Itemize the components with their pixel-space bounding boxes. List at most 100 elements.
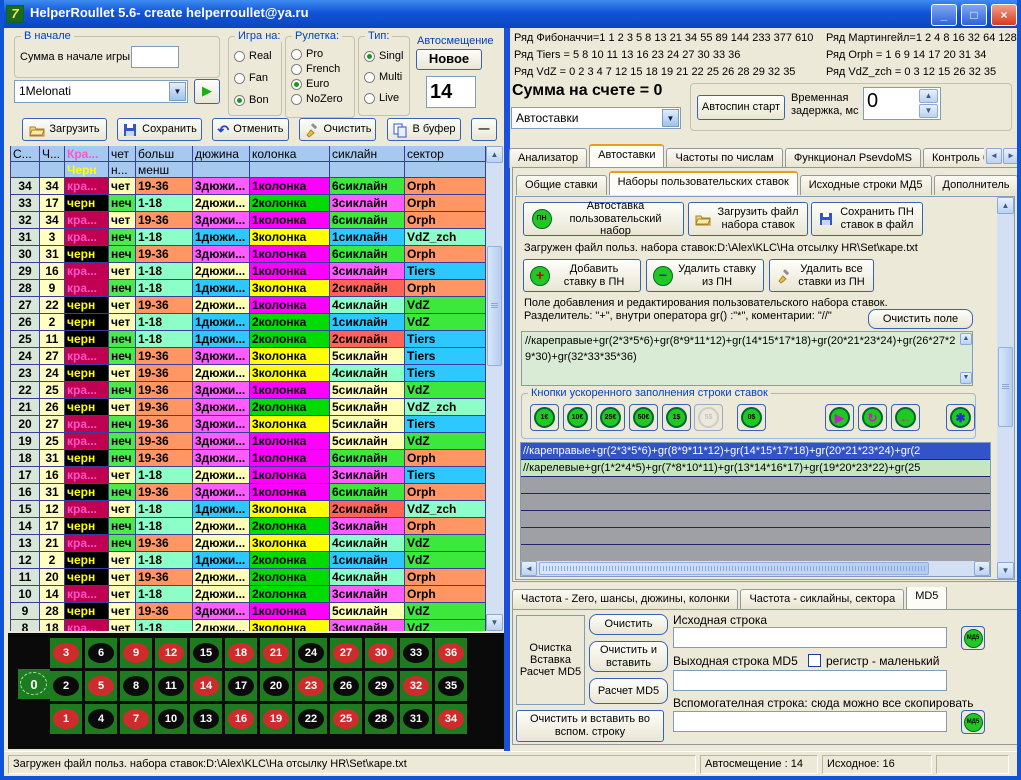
board-cell-19[interactable]: 19 (260, 704, 292, 734)
chevron-down-icon[interactable]: ▼ (169, 82, 186, 101)
preset-combo[interactable]: 1Melonati ▼ (14, 80, 188, 103)
board-cell-36[interactable]: 36 (435, 638, 467, 668)
subtab-исходные-строки-мд5[interactable]: Исходные строки МД5 (800, 175, 932, 195)
delete-all-bets-button[interactable]: Удалить все ставки из ПН (769, 259, 874, 292)
board-cell-24[interactable]: 24 (295, 638, 327, 668)
table-row[interactable]: 3317черннеч1-182дюжи...2колонка3сиклайнO… (11, 195, 486, 212)
board-cell-35[interactable]: 35 (435, 671, 467, 701)
board-cell-3[interactable]: 3 (50, 638, 82, 668)
table-row[interactable]: 3434кра...чет19-363дюжи...1колонка6сикла… (11, 178, 486, 195)
board-cell-14[interactable]: 14 (190, 671, 222, 701)
scroll-up-icon[interactable]: ▲ (997, 197, 1014, 214)
board-cell-32[interactable]: 32 (400, 671, 432, 701)
board-cell-22[interactable]: 22 (295, 704, 327, 734)
table-row[interactable]: 1631черннеч19-363дюжи...1колонка6сиклайн… (11, 484, 486, 501)
table-row[interactable]: 3031черннеч19-363дюжи...1колонка6сиклайн… (11, 246, 486, 263)
subtab-наборы-пользовательских-ставок[interactable]: Наборы пользовательских ставок (609, 171, 798, 195)
autostake-user-set-button[interactable]: ПН Автоставка пользовательский набор (523, 202, 684, 236)
chevron-down-icon[interactable]: ▼ (662, 109, 679, 127)
table-row[interactable]: 1512кра...чет1-181дюжи...3колонка2сиклай… (11, 501, 486, 518)
board-cell-30[interactable]: 30 (365, 638, 397, 668)
subtab-общие-ставки[interactable]: Общие ставки (516, 175, 607, 195)
board-cell-31[interactable]: 31 (400, 704, 432, 734)
radio-option-french[interactable]: French (291, 63, 343, 75)
board-cell-5[interactable]: 5 (85, 671, 117, 701)
board-cell-1[interactable]: 1 (50, 704, 82, 734)
board-cell-zero[interactable]: 0 (18, 669, 50, 699)
board-cell-21[interactable]: 21 (260, 638, 292, 668)
scroll-down-icon[interactable]: ▼ (486, 614, 503, 631)
board-cell-16[interactable]: 16 (225, 704, 257, 734)
board-cell-20[interactable]: 20 (260, 671, 292, 701)
table-row[interactable]: 2324чернчет19-362дюжи...3колонка4сиклайн… (11, 365, 486, 382)
minimize-button[interactable]: _ (931, 4, 957, 26)
spins-table[interactable]: С...Ч...Кра...четбольшдюжинаколонкасикла… (10, 146, 486, 631)
board-cell-10[interactable]: 10 (155, 704, 187, 734)
chip-1$[interactable]: 1$ (662, 404, 691, 431)
chip-0$[interactable]: 0$ (737, 404, 766, 431)
panel-scrollbar-thumb[interactable] (998, 347, 1013, 427)
md5-source-input[interactable] (673, 627, 947, 648)
board-cell-23[interactable]: 23 (295, 671, 327, 701)
radio-option-euro[interactable]: Euro (291, 78, 343, 90)
list-item[interactable] (521, 494, 990, 511)
editor-scroll-up-icon[interactable]: ▲ (960, 333, 972, 345)
tab-scroll-left-icon[interactable]: ◄ (986, 148, 1002, 164)
table-row[interactable]: 1716кра...чет1-182дюжи...1колонка3сиклай… (11, 467, 486, 484)
md5-aux-input[interactable] (673, 711, 947, 732)
undo-button[interactable]: ↶ Отменить (212, 118, 289, 141)
board-cell-17[interactable]: 17 (225, 671, 257, 701)
chip-1€[interactable]: 1€ (530, 404, 559, 431)
board-cell-12[interactable]: 12 (155, 638, 187, 668)
tab-частоты-по-числам[interactable]: Частоты по числам (666, 148, 782, 168)
radio-option-live[interactable]: Live (364, 92, 403, 104)
collapse-button[interactable]: — (471, 118, 497, 141)
md5-register-checkbox[interactable] (808, 654, 821, 667)
radio-option-real[interactable]: Real (234, 50, 272, 62)
list-scrollbar-thumb[interactable] (539, 562, 929, 575)
freqtab-частота-сиклайны-сектора[interactable]: Частота - сиклайны, сектора (740, 589, 904, 609)
save-set-file-button[interactable]: Сохранить ПН ставок в файл (811, 202, 923, 236)
refresh-bets-button[interactable]: ↻ (858, 404, 887, 431)
close-button[interactable]: × (991, 4, 1017, 26)
scatter-bets-button[interactable]: ✱ (946, 404, 975, 431)
table-row[interactable]: 1831черннеч19-363дюжи...1колонка6сиклайн… (11, 450, 486, 467)
table-row[interactable]: 928чернчет19-363дюжи...1колонка5сиклайнV… (11, 603, 486, 620)
table-row[interactable]: 2427кра...неч19-363дюжи...3колонка5сикла… (11, 348, 486, 365)
save-button[interactable]: Сохранить (117, 118, 202, 141)
table-row[interactable]: 1120чернчет19-362дюжи...2колонка4сиклайн… (11, 569, 486, 586)
panel-scrollbar[interactable]: ▲ ▼ (997, 197, 1014, 579)
table-row[interactable]: 289кра...неч1-181дюжи...3колонка2сиклайн… (11, 280, 486, 297)
board-cell-26[interactable]: 26 (330, 671, 362, 701)
start-sum-input[interactable] (131, 46, 179, 68)
clear-button[interactable]: Очистить (299, 118, 376, 141)
md5-run-source-button[interactable]: МД5 (961, 626, 985, 650)
md5-clear-aux-button[interactable]: Очистить и вставить во вспом. строку (516, 710, 664, 742)
scroll-up-icon[interactable]: ▲ (486, 146, 503, 163)
board-cell-28[interactable]: 28 (365, 704, 397, 734)
list-item[interactable] (521, 528, 990, 545)
table-row[interactable]: 2722чернчет19-362дюжи...1колонка4сиклайн… (11, 297, 486, 314)
tab-функционал-psevdoms[interactable]: Функционал PsevdoMS (785, 148, 921, 168)
table-scrollbar[interactable]: ▲ ▼ (486, 146, 503, 631)
board-cell-4[interactable]: 4 (85, 704, 117, 734)
list-h-scrollbar[interactable]: ◄ ► (521, 561, 990, 576)
back-bets-button[interactable]: ← (891, 404, 920, 431)
play-bets-button[interactable]: ▶ (825, 404, 854, 431)
tab-автоставки[interactable]: Автоставки (589, 144, 664, 168)
delete-bet-button[interactable]: − Удалить ставку из ПН (646, 259, 764, 292)
board-cell-34[interactable]: 34 (435, 704, 467, 734)
board-cell-25[interactable]: 25 (330, 704, 362, 734)
list-item[interactable]: //карелевые+gr(1*2*4*5)+gr(7*8*10*11)+gr… (521, 460, 990, 477)
chip-25€[interactable]: 25€ (596, 404, 625, 431)
table-row[interactable]: 2126чернчет19-363дюжи...2колонка5сиклайн… (11, 399, 486, 416)
table-row[interactable]: 262чернчет1-181дюжи...2колонка1сиклайнVd… (11, 314, 486, 331)
editor-scroll-down-icon[interactable]: ▼ (960, 372, 972, 384)
radio-option-multi[interactable]: Multi (364, 71, 403, 83)
scroll-left-icon[interactable]: ◄ (521, 561, 537, 576)
freqtab-частота-zero-шансы-дюжины-колонки[interactable]: Частота - Zero, шансы, дюжины, колонки (512, 589, 738, 609)
table-row[interactable]: 2027кра...неч19-363дюжи...3колонка5сикла… (11, 416, 486, 433)
tab-scroll-right-icon[interactable]: ► (1003, 148, 1019, 164)
board-cell-7[interactable]: 7 (120, 704, 152, 734)
bets-editor[interactable]: //кареправые+gr(2*3*5*6)+gr(8*9*11*12)+g… (521, 331, 973, 386)
